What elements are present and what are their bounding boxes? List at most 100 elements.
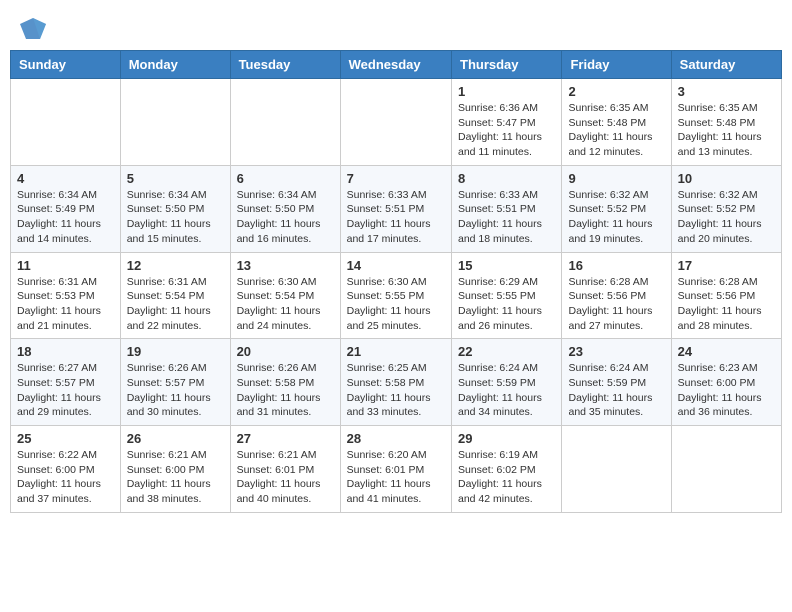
calendar-cell bbox=[671, 426, 781, 513]
calendar-cell: 2 Sunrise: 6:35 AM Sunset: 5:48 PM Daylig… bbox=[562, 79, 671, 166]
day-number: 4 bbox=[17, 171, 114, 186]
calendar-cell: 5 Sunrise: 6:34 AM Sunset: 5:50 PM Daylig… bbox=[120, 165, 230, 252]
day-header-thursday: Thursday bbox=[452, 51, 562, 79]
day-info: Sunrise: 6:33 AM Sunset: 5:51 PM Dayligh… bbox=[458, 188, 555, 247]
calendar-cell: 18 Sunrise: 6:27 AM Sunset: 5:57 PM Dayli… bbox=[11, 339, 121, 426]
calendar-cell: 28 Sunrise: 6:20 AM Sunset: 6:01 PM Dayli… bbox=[340, 426, 451, 513]
calendar-cell: 29 Sunrise: 6:19 AM Sunset: 6:02 PM Dayli… bbox=[452, 426, 562, 513]
day-number: 29 bbox=[458, 431, 555, 446]
day-info: Sunrise: 6:30 AM Sunset: 5:55 PM Dayligh… bbox=[347, 275, 445, 334]
day-number: 10 bbox=[678, 171, 775, 186]
day-number: 11 bbox=[17, 258, 114, 273]
calendar-cell: 14 Sunrise: 6:30 AM Sunset: 5:55 PM Dayli… bbox=[340, 252, 451, 339]
day-info: Sunrise: 6:34 AM Sunset: 5:50 PM Dayligh… bbox=[237, 188, 334, 247]
day-number: 17 bbox=[678, 258, 775, 273]
calendar-cell: 8 Sunrise: 6:33 AM Sunset: 5:51 PM Daylig… bbox=[452, 165, 562, 252]
day-number: 14 bbox=[347, 258, 445, 273]
day-number: 1 bbox=[458, 84, 555, 99]
day-info: Sunrise: 6:26 AM Sunset: 5:57 PM Dayligh… bbox=[127, 361, 224, 420]
calendar-cell bbox=[120, 79, 230, 166]
calendar-week-row: 4 Sunrise: 6:34 AM Sunset: 5:49 PM Daylig… bbox=[11, 165, 782, 252]
calendar-cell bbox=[562, 426, 671, 513]
day-number: 25 bbox=[17, 431, 114, 446]
calendar-week-row: 25 Sunrise: 6:22 AM Sunset: 6:00 PM Dayli… bbox=[11, 426, 782, 513]
day-number: 19 bbox=[127, 344, 224, 359]
day-number: 21 bbox=[347, 344, 445, 359]
day-info: Sunrise: 6:20 AM Sunset: 6:01 PM Dayligh… bbox=[347, 448, 445, 507]
calendar-cell: 22 Sunrise: 6:24 AM Sunset: 5:59 PM Dayli… bbox=[452, 339, 562, 426]
day-info: Sunrise: 6:36 AM Sunset: 5:47 PM Dayligh… bbox=[458, 101, 555, 160]
day-info: Sunrise: 6:24 AM Sunset: 5:59 PM Dayligh… bbox=[458, 361, 555, 420]
logo-icon bbox=[18, 14, 48, 44]
calendar-week-row: 11 Sunrise: 6:31 AM Sunset: 5:53 PM Dayli… bbox=[11, 252, 782, 339]
day-header-wednesday: Wednesday bbox=[340, 51, 451, 79]
day-number: 28 bbox=[347, 431, 445, 446]
day-number: 20 bbox=[237, 344, 334, 359]
day-number: 2 bbox=[568, 84, 664, 99]
day-info: Sunrise: 6:31 AM Sunset: 5:54 PM Dayligh… bbox=[127, 275, 224, 334]
calendar-cell: 24 Sunrise: 6:23 AM Sunset: 6:00 PM Dayli… bbox=[671, 339, 781, 426]
day-info: Sunrise: 6:32 AM Sunset: 5:52 PM Dayligh… bbox=[678, 188, 775, 247]
day-info: Sunrise: 6:32 AM Sunset: 5:52 PM Dayligh… bbox=[568, 188, 664, 247]
day-header-sunday: Sunday bbox=[11, 51, 121, 79]
day-info: Sunrise: 6:34 AM Sunset: 5:50 PM Dayligh… bbox=[127, 188, 224, 247]
day-number: 7 bbox=[347, 171, 445, 186]
day-info: Sunrise: 6:31 AM Sunset: 5:53 PM Dayligh… bbox=[17, 275, 114, 334]
calendar-cell: 7 Sunrise: 6:33 AM Sunset: 5:51 PM Daylig… bbox=[340, 165, 451, 252]
calendar-cell: 1 Sunrise: 6:36 AM Sunset: 5:47 PM Daylig… bbox=[452, 79, 562, 166]
day-info: Sunrise: 6:23 AM Sunset: 6:00 PM Dayligh… bbox=[678, 361, 775, 420]
day-info: Sunrise: 6:19 AM Sunset: 6:02 PM Dayligh… bbox=[458, 448, 555, 507]
day-number: 12 bbox=[127, 258, 224, 273]
calendar-cell bbox=[230, 79, 340, 166]
calendar-cell: 9 Sunrise: 6:32 AM Sunset: 5:52 PM Daylig… bbox=[562, 165, 671, 252]
day-header-tuesday: Tuesday bbox=[230, 51, 340, 79]
calendar-cell bbox=[11, 79, 121, 166]
day-info: Sunrise: 6:35 AM Sunset: 5:48 PM Dayligh… bbox=[678, 101, 775, 160]
day-header-monday: Monday bbox=[120, 51, 230, 79]
calendar-cell: 16Sunrise: 6:28 AM Sunset: 5:56 PM Dayli… bbox=[562, 252, 671, 339]
calendar-cell: 10 Sunrise: 6:32 AM Sunset: 5:52 PM Dayli… bbox=[671, 165, 781, 252]
day-info: Sunrise: 6:27 AM Sunset: 5:57 PM Dayligh… bbox=[17, 361, 114, 420]
day-info: Sunrise: 6:21 AM Sunset: 6:00 PM Dayligh… bbox=[127, 448, 224, 507]
day-number: 9 bbox=[568, 171, 664, 186]
day-info: Sunrise: 6:35 AM Sunset: 5:48 PM Dayligh… bbox=[568, 101, 664, 160]
calendar-cell: 6 Sunrise: 6:34 AM Sunset: 5:50 PM Daylig… bbox=[230, 165, 340, 252]
calendar-week-row: 1 Sunrise: 6:36 AM Sunset: 5:47 PM Daylig… bbox=[11, 79, 782, 166]
calendar-cell: 23Sunrise: 6:24 AM Sunset: 5:59 PM Dayli… bbox=[562, 339, 671, 426]
calendar-cell: 15Sunrise: 6:29 AM Sunset: 5:55 PM Dayli… bbox=[452, 252, 562, 339]
day-number: 5 bbox=[127, 171, 224, 186]
day-number: 6 bbox=[237, 171, 334, 186]
day-number: 24 bbox=[678, 344, 775, 359]
day-number: 22 bbox=[458, 344, 555, 359]
calendar-header-row: SundayMondayTuesdayWednesdayThursdayFrid… bbox=[11, 51, 782, 79]
day-info: Sunrise: 6:28 AM Sunset: 5:56 PM Dayligh… bbox=[678, 275, 775, 334]
calendar-cell: 13 Sunrise: 6:30 AM Sunset: 5:54 PM Dayli… bbox=[230, 252, 340, 339]
day-info: Sunrise: 6:33 AM Sunset: 5:51 PM Dayligh… bbox=[347, 188, 445, 247]
calendar-cell: 26Sunrise: 6:21 AM Sunset: 6:00 PM Dayli… bbox=[120, 426, 230, 513]
day-info: Sunrise: 6:22 AM Sunset: 6:00 PM Dayligh… bbox=[17, 448, 114, 507]
calendar-cell: 25 Sunrise: 6:22 AM Sunset: 6:00 PM Dayli… bbox=[11, 426, 121, 513]
day-info: Sunrise: 6:29 AM Sunset: 5:55 PM Dayligh… bbox=[458, 275, 555, 334]
day-info: Sunrise: 6:25 AM Sunset: 5:58 PM Dayligh… bbox=[347, 361, 445, 420]
day-info: Sunrise: 6:34 AM Sunset: 5:49 PM Dayligh… bbox=[17, 188, 114, 247]
calendar-cell: 19 Sunrise: 6:26 AM Sunset: 5:57 PM Dayli… bbox=[120, 339, 230, 426]
day-info: Sunrise: 6:30 AM Sunset: 5:54 PM Dayligh… bbox=[237, 275, 334, 334]
day-number: 13 bbox=[237, 258, 334, 273]
day-number: 18 bbox=[17, 344, 114, 359]
page-header bbox=[10, 10, 782, 44]
day-number: 8 bbox=[458, 171, 555, 186]
calendar-cell: 4 Sunrise: 6:34 AM Sunset: 5:49 PM Daylig… bbox=[11, 165, 121, 252]
day-header-friday: Friday bbox=[562, 51, 671, 79]
calendar-cell: 20 Sunrise: 6:26 AM Sunset: 5:58 PM Dayli… bbox=[230, 339, 340, 426]
calendar-table: SundayMondayTuesdayWednesdayThursdayFrid… bbox=[10, 50, 782, 513]
calendar-cell: 12 Sunrise: 6:31 AM Sunset: 5:54 PM Dayli… bbox=[120, 252, 230, 339]
day-info: Sunrise: 6:24 AM Sunset: 5:59 PM Dayligh… bbox=[568, 361, 664, 420]
calendar-cell: 17 Sunrise: 6:28 AM Sunset: 5:56 PM Dayli… bbox=[671, 252, 781, 339]
day-header-saturday: Saturday bbox=[671, 51, 781, 79]
day-number: 16 bbox=[568, 258, 664, 273]
calendar-cell: 11 Sunrise: 6:31 AM Sunset: 5:53 PM Dayli… bbox=[11, 252, 121, 339]
day-number: 27 bbox=[237, 431, 334, 446]
calendar-cell: 21 Sunrise: 6:25 AM Sunset: 5:58 PM Dayli… bbox=[340, 339, 451, 426]
day-info: Sunrise: 6:26 AM Sunset: 5:58 PM Dayligh… bbox=[237, 361, 334, 420]
calendar-cell bbox=[340, 79, 451, 166]
